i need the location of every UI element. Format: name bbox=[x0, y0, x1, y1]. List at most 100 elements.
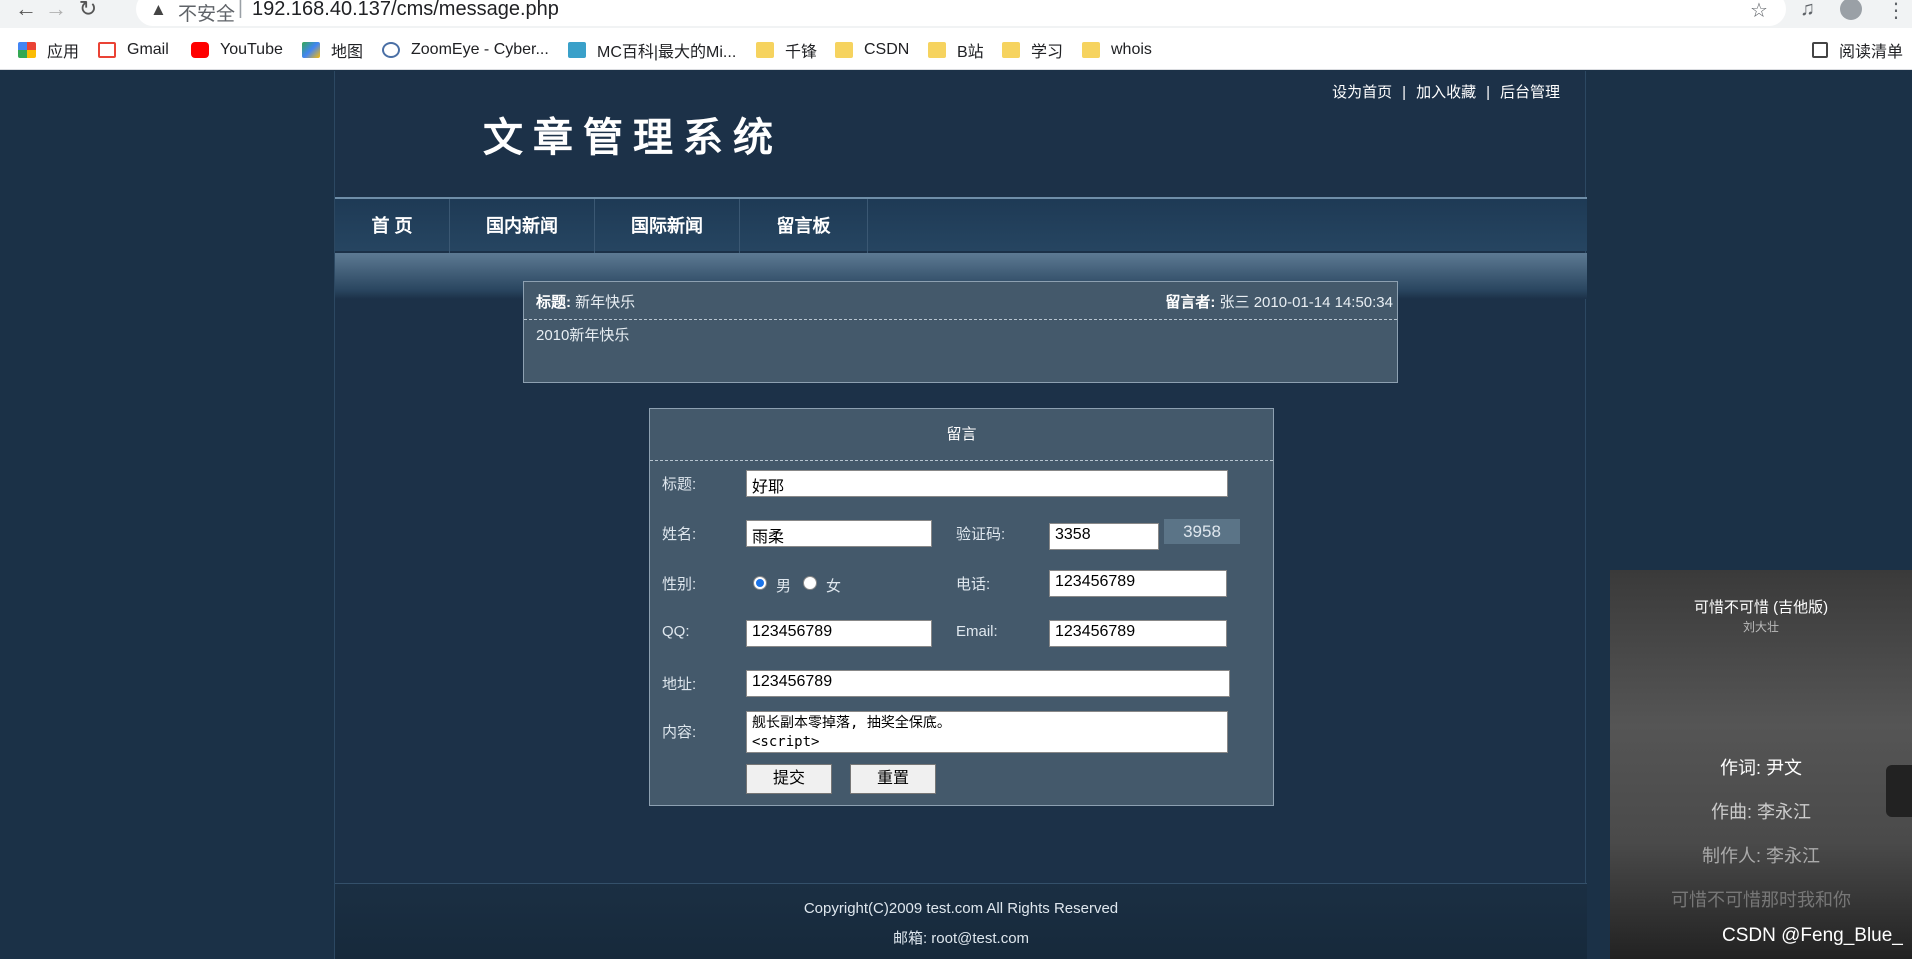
nav-international-news[interactable]: 国际新闻 bbox=[595, 199, 740, 253]
apps-grid-icon bbox=[18, 42, 36, 58]
site-logo: 文章管理系统 bbox=[483, 114, 783, 161]
message-author: 张三 bbox=[1219, 294, 1250, 311]
bookmark-mc[interactable]: MC百科|最大的Mi... bbox=[568, 39, 736, 61]
message-body: 2010新年快乐 bbox=[536, 327, 630, 344]
captcha-label: 验证码: bbox=[956, 526, 1006, 543]
gmail-icon bbox=[98, 42, 116, 58]
reading-list-icon bbox=[1812, 42, 1828, 58]
bookmark-label: 地图 bbox=[331, 44, 364, 61]
url-separator: | bbox=[238, 0, 243, 19]
nav-domestic-news[interactable]: 国内新闻 bbox=[450, 199, 595, 253]
phone-input[interactable]: 123456789 bbox=[1049, 570, 1227, 597]
music-player-overlay[interactable]: 可惜不可惜 (吉他版) 刘大壮 作词: 尹文 作曲: 李永江 制作人: 李永江 … bbox=[1610, 570, 1912, 959]
content-line: 舰长副本零掉落, 抽奖全保底。 bbox=[752, 715, 951, 731]
url-text[interactable]: 192.168.40.137/cms/message.php bbox=[252, 0, 559, 21]
footer: Copyright(C)2009 test.com All Rights Res… bbox=[335, 883, 1587, 959]
folder-icon bbox=[1082, 42, 1100, 58]
browser-toolbar: ← → ↻ ▲ 不安全 | 192.168.40.137/cms/message… bbox=[0, 0, 1912, 28]
message-title-label: 标题: bbox=[536, 294, 571, 311]
youtube-icon bbox=[191, 42, 209, 58]
bookmark-gmail[interactable]: Gmail bbox=[98, 39, 169, 61]
gender-female-label: 女 bbox=[826, 578, 842, 595]
mc-icon bbox=[568, 42, 586, 58]
title-input[interactable]: 好耶 bbox=[746, 470, 1228, 497]
address-label: 地址: bbox=[662, 676, 697, 693]
bookmark-star-icon[interactable]: ☆ bbox=[1750, 0, 1768, 23]
bookmark-label: whois bbox=[1111, 41, 1152, 58]
phone-label: 电话: bbox=[956, 576, 991, 593]
bookmark-label: CSDN bbox=[864, 41, 910, 58]
title-label: 标题: bbox=[662, 476, 697, 493]
qq-label: QQ: bbox=[662, 623, 690, 640]
reset-button[interactable]: 重置 bbox=[850, 764, 936, 794]
maps-icon bbox=[302, 42, 320, 58]
top-links: 设为首页 | 加入收藏 | 后台管理 bbox=[1327, 81, 1565, 102]
page-container: 设为首页 | 加入收藏 | 后台管理 文章管理系统 首 页 国内新闻 国际新闻 留言板 … bbox=[334, 71, 1587, 959]
bookmark-folder-qianfeng[interactable]: 千锋 bbox=[756, 39, 817, 61]
side-tab[interactable] bbox=[1886, 765, 1912, 817]
gender-label: 性别: bbox=[662, 576, 697, 593]
forward-arrow-icon[interactable]: → bbox=[44, 0, 68, 22]
message-header: 标题: 新年快乐 留言者: 张三 2010-01-14 14:50:34 bbox=[524, 282, 1397, 320]
bookmarks-bar: 应用 Gmail YouTube 地图 ZoomEye - Cyber... M… bbox=[0, 28, 1912, 70]
name-label: 姓名: bbox=[662, 526, 697, 543]
lyric-line-composer: 作曲: 李永江 bbox=[1710, 802, 1811, 822]
submit-button[interactable]: 提交 bbox=[746, 764, 832, 794]
bookmark-label: 学习 bbox=[1031, 44, 1064, 61]
content-textarea[interactable]: 舰长副本零掉落, 抽奖全保底。 <script> bbox=[746, 711, 1228, 753]
bookmark-label: 千锋 bbox=[785, 44, 818, 61]
bookmark-folder-csdn[interactable]: CSDN bbox=[835, 39, 909, 61]
message-author-info: 留言者: 张三 2010-01-14 14:50:34 bbox=[1165, 291, 1393, 312]
insecure-label: 不安全 bbox=[178, 4, 236, 25]
warning-icon: ▲ bbox=[150, 0, 167, 19]
gender-male-label: 男 bbox=[776, 578, 792, 595]
reload-icon[interactable]: ↻ bbox=[76, 0, 100, 22]
profile-avatar-icon[interactable] bbox=[1840, 0, 1862, 20]
bookmark-label: 应用 bbox=[47, 44, 80, 61]
gender-male-radio[interactable] bbox=[753, 576, 767, 590]
lyric-line-producer: 制作人: 李永江 bbox=[1701, 846, 1820, 866]
content-line: <script> bbox=[752, 734, 820, 750]
link-separator: | bbox=[1486, 84, 1490, 101]
song-title: 可惜不可惜 (吉他版) bbox=[1693, 599, 1829, 616]
content-label: 内容: bbox=[662, 724, 697, 741]
bookmark-label: MC百科|最大的Mi... bbox=[597, 44, 737, 61]
lyric-line-current: 可惜不可惜那时我和你 bbox=[1671, 890, 1851, 910]
qq-input[interactable]: 123456789 bbox=[746, 620, 932, 647]
bookmark-youtube[interactable]: YouTube bbox=[191, 39, 283, 61]
address-input[interactable]: 123456789 bbox=[746, 670, 1230, 697]
bookmark-apps[interactable]: 应用 bbox=[18, 39, 79, 61]
footer-email: 邮箱: root@test.com bbox=[892, 930, 1030, 947]
menu-dots-icon[interactable]: ⋮ bbox=[1886, 0, 1906, 23]
message-entry: 标题: 新年快乐 留言者: 张三 2010-01-14 14:50:34 201… bbox=[523, 281, 1398, 383]
main-nav: 首 页 国内新闻 国际新闻 留言板 bbox=[335, 197, 1587, 253]
reading-list-button[interactable]: 阅读清单 bbox=[1812, 39, 1903, 61]
captcha-input[interactable]: 3358 bbox=[1049, 523, 1159, 550]
folder-icon bbox=[835, 42, 853, 58]
zoomeye-icon bbox=[382, 42, 400, 58]
form-heading: 留言 bbox=[650, 409, 1273, 461]
message-time: 2010-01-14 14:50:34 bbox=[1253, 294, 1393, 311]
captcha-image[interactable]: 3958 bbox=[1164, 519, 1240, 544]
admin-link[interactable]: 后台管理 bbox=[1500, 84, 1560, 101]
email-input[interactable]: 123456789 bbox=[1049, 620, 1227, 647]
media-control-icon[interactable]: ♫ bbox=[1800, 0, 1815, 21]
nav-guestbook[interactable]: 留言板 bbox=[740, 199, 868, 253]
folder-icon bbox=[756, 42, 774, 58]
bookmark-folder-bilibili[interactable]: B站 bbox=[928, 39, 984, 61]
gender-female-radio[interactable] bbox=[803, 576, 817, 590]
bookmark-zoomeye[interactable]: ZoomEye - Cyber... bbox=[382, 39, 549, 61]
bookmark-maps[interactable]: 地图 bbox=[302, 39, 363, 61]
bookmark-label: YouTube bbox=[220, 41, 283, 58]
name-input[interactable]: 雨柔 bbox=[746, 520, 932, 547]
lyric-line-lyricist: 作词: 尹文 bbox=[1719, 758, 1802, 778]
set-homepage-link[interactable]: 设为首页 bbox=[1332, 84, 1392, 101]
bookmark-label: B站 bbox=[957, 44, 984, 61]
bookmark-folder-whois[interactable]: whois bbox=[1082, 39, 1152, 61]
back-arrow-icon[interactable]: ← bbox=[14, 0, 38, 22]
nav-home[interactable]: 首 页 bbox=[335, 199, 450, 253]
bookmark-folder-study[interactable]: 学习 bbox=[1002, 39, 1063, 61]
add-favorite-link[interactable]: 加入收藏 bbox=[1416, 84, 1476, 101]
song-artist: 刘大壮 bbox=[1742, 620, 1779, 634]
csdn-watermark: CSDN @Feng_Blue_ bbox=[1722, 925, 1903, 946]
